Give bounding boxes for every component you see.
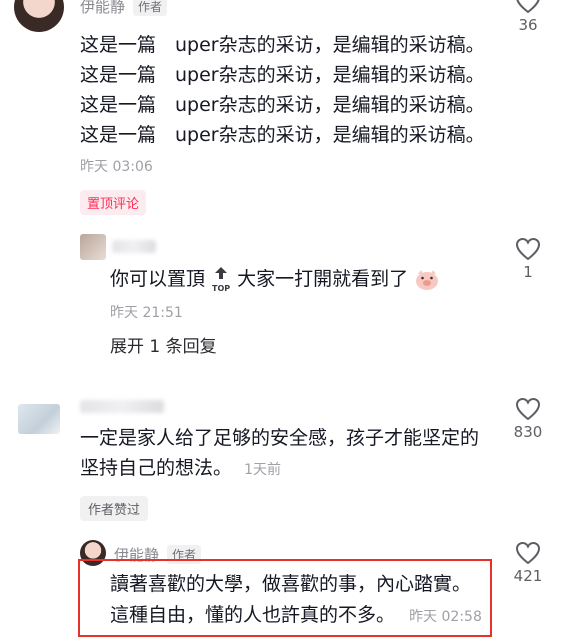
heart-outline-icon	[515, 397, 541, 421]
like-button[interactable]: 1	[506, 237, 550, 281]
reply-timestamp: 昨天 02:58	[409, 609, 482, 625]
pin-top-icon: TOP	[211, 266, 231, 294]
reply-timestamp: 昨天 21:51	[110, 305, 183, 321]
heart-outline-icon	[515, 237, 541, 261]
like-button[interactable]: 421	[506, 541, 550, 585]
comment-timestamp: 昨天 03:06	[80, 159, 153, 175]
reply-user-name-blurred[interactable]	[112, 240, 156, 253]
reply-line: 讀著喜歡的大學，做喜歡的事，內心踏實。	[110, 573, 472, 595]
comment-line-last: 坚持自己的想法。 1天前	[80, 453, 281, 485]
pinned-comment-badge: 置顶评论	[80, 190, 147, 215]
comment-author-name[interactable]: 伊能静 作者	[80, 0, 168, 17]
avatar-commenter[interactable]	[18, 404, 60, 434]
like-count: 830	[513, 423, 543, 441]
comment-body: 这是一篇 uper杂志的采访，是编辑的采访稿。 这是一篇 uper杂志的采访，是…	[80, 30, 485, 150]
comment-text: 坚持自己的想法。	[80, 457, 233, 479]
like-button[interactable]: 36	[506, 0, 550, 34]
heart-outline-icon	[516, 0, 540, 14]
pig-emoji-icon	[414, 269, 440, 291]
avatar-author[interactable]	[14, 0, 64, 32]
comment-line: 一定是家人给了足够的安全感，孩子才能坚定的	[80, 427, 480, 449]
heart-outline-icon	[515, 541, 541, 565]
commenter-name-blurred[interactable]	[80, 400, 164, 413]
reply-text-after: 大家一打開就看到了	[237, 268, 409, 290]
comment-line: 这是一篇 uper杂志的采访，是编辑的采访稿。	[80, 124, 485, 146]
like-count: 421	[513, 567, 543, 585]
like-button[interactable]: 830	[506, 397, 550, 441]
reply-body: 你可以置頂 TOP 大家一打開就看到了	[110, 264, 440, 294]
comment-timestamp: 1天前	[244, 462, 281, 478]
comment-line: 这是一篇 uper杂志的采访，是编辑的采访稿。	[80, 34, 485, 56]
comment-line: 这是一篇 uper杂志的采访，是编辑的采访稿。	[80, 64, 485, 86]
author-name-text[interactable]: 伊能静	[80, 0, 125, 16]
like-count: 36	[518, 16, 538, 34]
like-count: 1	[523, 263, 533, 281]
top-label: TOP	[212, 283, 231, 293]
avatar-reply-user[interactable]	[80, 234, 106, 260]
reply-text: 這種自由，懂的人也許真的不多。	[110, 604, 396, 626]
author-tag: 作者	[133, 0, 168, 16]
reply-text: 你可以置頂	[110, 268, 206, 290]
comment-line: 这是一篇 uper杂志的采访，是编辑的采访稿。	[80, 94, 485, 116]
expand-replies-button[interactable]: 展开 1 条回复	[110, 332, 217, 357]
reply-line-last: 這種自由，懂的人也許真的不多。 昨天 02:58	[110, 600, 482, 632]
author-liked-badge: 作者赞过	[80, 496, 149, 521]
